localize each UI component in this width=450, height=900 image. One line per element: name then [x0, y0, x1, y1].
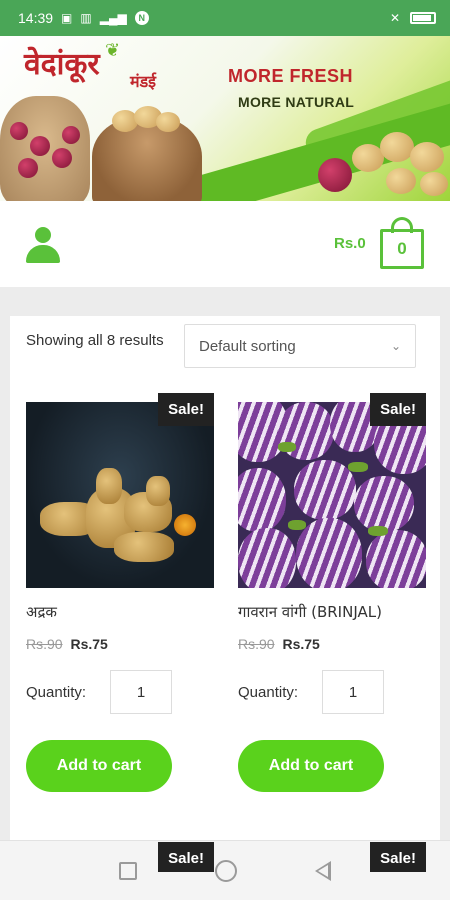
account-icon-body [26, 245, 60, 263]
gallery-icon: ▣ [61, 11, 73, 25]
eggplant-stem [348, 462, 368, 472]
onion-image [52, 148, 72, 168]
store-banner: ❦ वेदांकूर मंडई MORE FRESH MORE NATURAL [0, 36, 450, 201]
product-name[interactable]: अद्रक [26, 602, 214, 622]
header-bar: Rs.0 0 [0, 201, 450, 287]
status-time: 14:39 [18, 10, 54, 26]
back-icon[interactable] [315, 860, 331, 881]
home-icon[interactable] [215, 859, 237, 882]
potato-image [380, 132, 414, 162]
quantity-label: Quantity: [238, 683, 299, 701]
sale-badge: Sale! [158, 393, 214, 426]
potato-image [420, 172, 448, 196]
onion-image [62, 126, 80, 144]
ginger-image [26, 402, 214, 588]
eggplant [294, 460, 356, 520]
quantity-input[interactable]: 1 [110, 670, 172, 714]
sale-price: Rs.75 [70, 636, 108, 652]
quantity-input[interactable]: 1 [322, 670, 384, 714]
onion-image [18, 158, 38, 178]
status-bar: 14:39 ▣ ▥ ▂▄▆ N ✕ [0, 0, 450, 36]
ginger-piece [114, 532, 174, 562]
product-listing: Showing all 8 results Default sorting ⌄ … [10, 316, 440, 900]
battery-icon [410, 12, 436, 24]
mute-icon: ✕ [389, 11, 400, 25]
add-to-cart-button[interactable]: Add to cart [238, 740, 384, 792]
cart-total[interactable]: Rs.0 [334, 235, 366, 252]
chevron-down-icon: ⌄ [390, 339, 401, 353]
potato-sack-image [92, 116, 202, 201]
onion-image [30, 136, 50, 156]
brand-subtitle: मंडई [130, 72, 156, 91]
add-to-cart-button[interactable]: Add to cart [26, 740, 172, 792]
onion-image [10, 122, 28, 140]
product-price: Rs.90 Rs.75 [238, 636, 426, 652]
ginger-piece [96, 468, 122, 504]
brinjal-image [238, 402, 426, 588]
product-price: Rs.90 Rs.75 [26, 636, 214, 652]
eggplant-stem [288, 520, 306, 530]
eggplant-stem [278, 442, 296, 452]
sim-icon: ▥ [80, 11, 92, 25]
ginger-piece [146, 476, 170, 506]
eggplant [238, 468, 286, 532]
sale-badge: Sale! [370, 393, 426, 426]
eggplant [238, 528, 296, 588]
banner-tagline-secondary: MORE NATURAL [238, 94, 355, 110]
product-card: Sale! अद्रक Rs.90 Rs.75 Quantity: 1 Add … [26, 393, 214, 792]
eggplant [366, 530, 426, 588]
original-price: Rs.90 [26, 636, 63, 652]
quantity-row: Quantity: 1 [26, 670, 214, 714]
product-image-ginger[interactable] [26, 402, 214, 588]
recents-icon[interactable] [119, 861, 137, 880]
sort-select[interactable]: Default sorting ⌄ [184, 324, 416, 368]
sort-selected-value: Default sorting [199, 337, 296, 355]
brand-logo: वेदांकूर [24, 47, 100, 82]
flower-image [174, 514, 196, 536]
quantity-row: Quantity: 1 [238, 670, 426, 714]
sale-badge: Sale! [158, 842, 214, 872]
account-icon[interactable] [26, 227, 60, 263]
banner-tagline-primary: MORE FRESH [228, 66, 354, 86]
results-count: Showing all 8 results [26, 332, 164, 349]
quantity-label: Quantity: [26, 683, 87, 701]
eggplant [296, 518, 362, 588]
potato-image [386, 168, 416, 194]
sale-price: Rs.75 [282, 636, 320, 652]
leaf-icon: ❦ [105, 40, 121, 60]
cart-count: 0 [380, 229, 424, 269]
eggplant [354, 476, 414, 532]
signal-icon: ▂▄▆ [99, 11, 127, 25]
notification-icon: N [134, 11, 149, 25]
cart-icon[interactable]: 0 [380, 217, 424, 269]
product-card: Sale! गावरान वांगी (BRINJAL) Rs.90 Rs.75… [238, 393, 426, 792]
product-name[interactable]: गावरान वांगी (BRINJAL) [238, 602, 426, 622]
sale-badge: Sale! [370, 842, 426, 872]
account-icon-head [35, 227, 51, 243]
eggplant-stem [368, 526, 388, 536]
product-image-brinjal[interactable] [238, 402, 426, 588]
original-price: Rs.90 [238, 636, 275, 652]
onion-image [318, 158, 352, 192]
potato-image [410, 142, 444, 172]
potato-image [156, 112, 180, 132]
